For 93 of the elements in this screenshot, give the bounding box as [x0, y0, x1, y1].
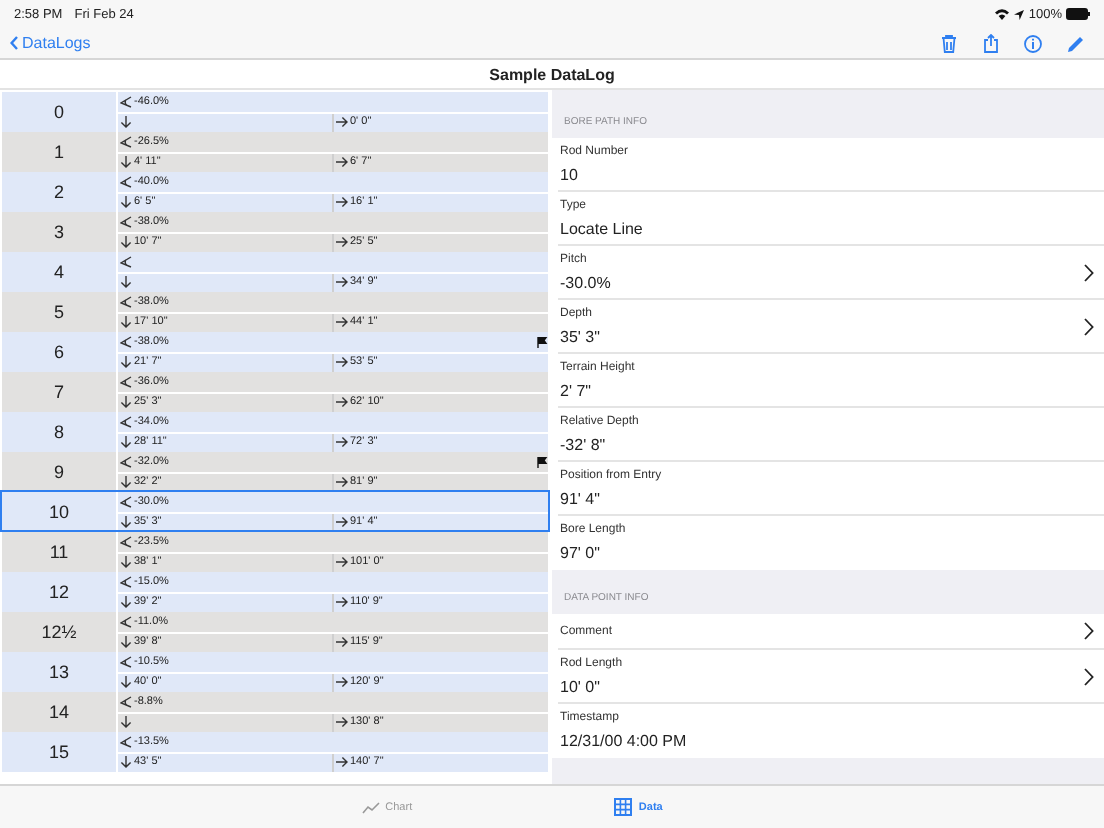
down-arrow-icon [120, 556, 132, 569]
pitch-angle-icon [120, 335, 132, 348]
chevron-right-icon[interactable] [1084, 263, 1094, 281]
right-arrow-icon [336, 356, 348, 369]
down-arrow-icon [120, 356, 132, 369]
right-arrow-icon [336, 236, 348, 249]
rod-number: 2 [2, 172, 116, 212]
rod-number: 9 [2, 452, 116, 492]
down-arrow-icon [120, 316, 132, 329]
right-arrow-icon [336, 596, 348, 609]
right-arrow-icon [336, 116, 348, 129]
right-arrow-icon [336, 756, 348, 769]
right-arrow-icon [336, 436, 348, 449]
pitch-angle-icon [120, 735, 132, 748]
pitch-angle-icon [120, 95, 132, 108]
field-value: 2' 7" [560, 381, 593, 399]
right-arrow-icon [336, 636, 348, 649]
field-value: 10' 0" [560, 677, 602, 695]
down-arrow-icon [120, 516, 132, 529]
down-arrow-icon [120, 636, 132, 649]
pencil-icon [1066, 33, 1084, 53]
grid-icon [614, 798, 633, 816]
down-arrow-icon [120, 756, 132, 769]
rod-number: 1 [2, 132, 116, 172]
down-arrow-icon [120, 596, 132, 609]
right-arrow-icon [336, 396, 348, 409]
share-icon [982, 33, 1000, 53]
wifi-icon [994, 8, 1011, 20]
pitch-angle-icon [120, 455, 132, 468]
right-arrow-icon [336, 676, 348, 689]
pitch-angle-icon [120, 295, 132, 308]
down-arrow-icon [120, 196, 132, 209]
down-arrow-icon [120, 436, 132, 449]
right-arrow-icon [336, 516, 348, 529]
field-value: 10 [560, 165, 580, 183]
back-button[interactable]: DataLogs [6, 34, 95, 52]
rod-number: 12½ [2, 612, 116, 652]
pitch-angle-icon [120, 695, 132, 708]
down-arrow-icon [120, 236, 132, 249]
rod-number: 10 [2, 492, 116, 532]
down-arrow-icon [120, 116, 132, 129]
field-value: 35' 3" [560, 327, 602, 345]
right-arrow-icon [336, 316, 348, 329]
rod-number: 6 [2, 332, 116, 372]
rod-number: 0 [2, 92, 116, 132]
pitch-angle-icon [120, 415, 132, 428]
pitch-angle-icon [120, 255, 132, 268]
field-value: 12/31/00 4:00 PM [560, 732, 689, 750]
down-arrow-icon [120, 716, 132, 729]
battery-icon [1066, 8, 1090, 20]
field-value: -32' 8" [560, 435, 608, 453]
rod-number: 3 [2, 212, 116, 252]
pitch-angle-icon [120, 655, 132, 668]
pitch-angle-icon [120, 575, 132, 588]
pitch-angle-icon [120, 375, 132, 388]
down-arrow-icon [120, 476, 132, 489]
right-arrow-icon [336, 276, 348, 289]
rod-number: 14 [2, 692, 116, 732]
right-arrow-icon [336, 716, 348, 729]
chevron-right-icon[interactable] [1084, 667, 1094, 685]
pitch-angle-icon [120, 535, 132, 548]
pitch-angle-icon [120, 615, 132, 628]
field-value: Locate Line [560, 219, 645, 237]
rod-number: 4 [2, 252, 116, 292]
right-arrow-icon [336, 156, 348, 169]
right-arrow-icon [336, 476, 348, 489]
chevron-left-icon [10, 36, 18, 50]
right-arrow-icon [336, 196, 348, 209]
down-arrow-icon [120, 676, 132, 689]
chevron-right-icon[interactable] [1084, 317, 1094, 335]
rod-number: 12 [2, 572, 116, 612]
field-value: 91' 4" [560, 489, 602, 507]
location-icon [1014, 9, 1025, 19]
down-arrow-icon [120, 156, 132, 169]
rod-number: 13 [2, 652, 116, 692]
right-arrow-icon [336, 556, 348, 569]
chevron-right-icon[interactable] [1084, 622, 1094, 640]
info-icon [1024, 33, 1042, 53]
pitch-angle-icon [120, 135, 132, 148]
pitch-angle-icon [120, 175, 132, 188]
rod-number: 8 [2, 412, 116, 452]
field-value: 97' 0" [560, 544, 602, 562]
rod-number: 11 [2, 532, 116, 572]
trash-icon [940, 33, 958, 53]
pitch-angle-icon [120, 215, 132, 228]
down-arrow-icon [120, 276, 132, 289]
field-value: -30.0% [560, 273, 613, 291]
line-chart-icon [361, 801, 380, 813]
down-arrow-icon [120, 396, 132, 409]
rod-number: 7 [2, 372, 116, 412]
rod-number: 15 [2, 732, 116, 772]
rod-number: 5 [2, 292, 116, 332]
pitch-angle-icon [120, 495, 132, 508]
